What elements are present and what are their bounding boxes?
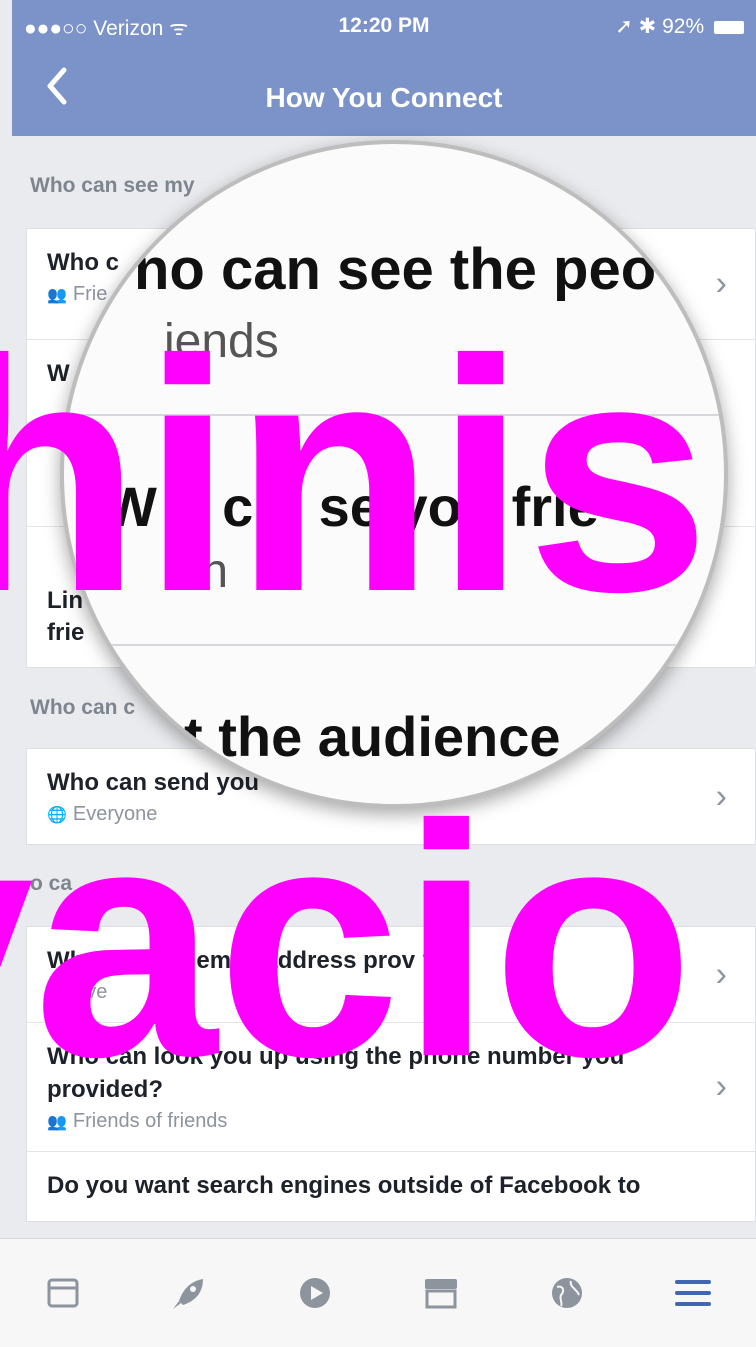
settings-card: Who c usir e email address prov ? 🌐 Eve ›… <box>26 926 756 1222</box>
divider <box>64 414 724 416</box>
tab-video[interactable] <box>285 1263 345 1323</box>
divider <box>64 644 724 646</box>
news-feed-icon <box>47 1278 79 1308</box>
section-header: Who can see my <box>30 174 195 197</box>
row-subtitle: Everyone <box>72 803 158 826</box>
friends-icon: 👥 <box>47 1114 67 1132</box>
section-header: Who can c <box>30 696 136 719</box>
section-header: o ca <box>30 872 73 895</box>
magnified-text: iends <box>164 315 279 368</box>
magnified-text: ien <box>164 545 229 598</box>
navigation-bar: How You Connect <box>12 52 756 136</box>
list-item[interactable]: Who can look you up using the phone numb… <box>27 1023 755 1153</box>
rocket-icon <box>173 1279 203 1309</box>
battery-indicator: ➚ ✱ 92% <box>615 14 744 39</box>
video-play-icon <box>300 1278 330 1308</box>
status-bar: ●●●○○ Verizon ᯤ 12:20 PM ➚ ✱ 92% <box>12 0 756 52</box>
magnified-text: no can see the peo <box>134 237 657 302</box>
chevron-right-icon: › <box>715 955 727 994</box>
tab-marketplace[interactable] <box>411 1263 471 1323</box>
magnified-text: W o c n se you frie <box>104 475 599 538</box>
tab-news-feed[interactable] <box>33 1263 93 1323</box>
row-subtitle: Frie <box>72 283 108 306</box>
row-title: Who c usir e email address prov ? <box>47 947 437 974</box>
row-title: Do you want search engines outside of Fa… <box>47 1172 641 1200</box>
row-subtitle: Friends of friends <box>72 1110 228 1133</box>
tab-explore[interactable] <box>159 1263 219 1323</box>
list-item[interactable]: Do you want search engines outside of Fa… <box>27 1152 755 1220</box>
chevron-right-icon: › <box>715 264 727 303</box>
chevron-right-icon: › <box>715 777 727 816</box>
chevron-right-icon: › <box>715 1067 727 1106</box>
bottom-tab-bar <box>0 1238 756 1347</box>
globe-icon: 🌐 <box>47 985 67 1003</box>
location-icon: ➚ <box>615 15 633 38</box>
menu-icon <box>675 1280 711 1306</box>
marketplace-icon <box>425 1279 457 1309</box>
bluetooth-icon: ✱ <box>638 15 657 38</box>
globe-icon: 🌐 <box>47 807 67 825</box>
magnified-text: t the audience <box>184 705 561 768</box>
tab-notifications[interactable] <box>537 1263 597 1323</box>
tab-menu[interactable] <box>663 1263 723 1323</box>
phone-screen: ●●●○○ Verizon ᯤ 12:20 PM ➚ ✱ 92% How You… <box>0 0 756 1347</box>
list-item[interactable]: Who c usir e email address prov ? 🌐 Eve › <box>27 927 755 1024</box>
globe-icon <box>552 1278 582 1308</box>
row-subtitle: Eve <box>72 981 108 1004</box>
row-title: Who can look you up using the phone numb… <box>47 1043 625 1103</box>
page-title: How You Connect <box>265 82 503 113</box>
magnifier-lens: no can see the peo iends W o c n se you … <box>60 140 728 808</box>
battery-icon <box>714 20 744 34</box>
friends-icon: 👥 <box>47 287 67 305</box>
